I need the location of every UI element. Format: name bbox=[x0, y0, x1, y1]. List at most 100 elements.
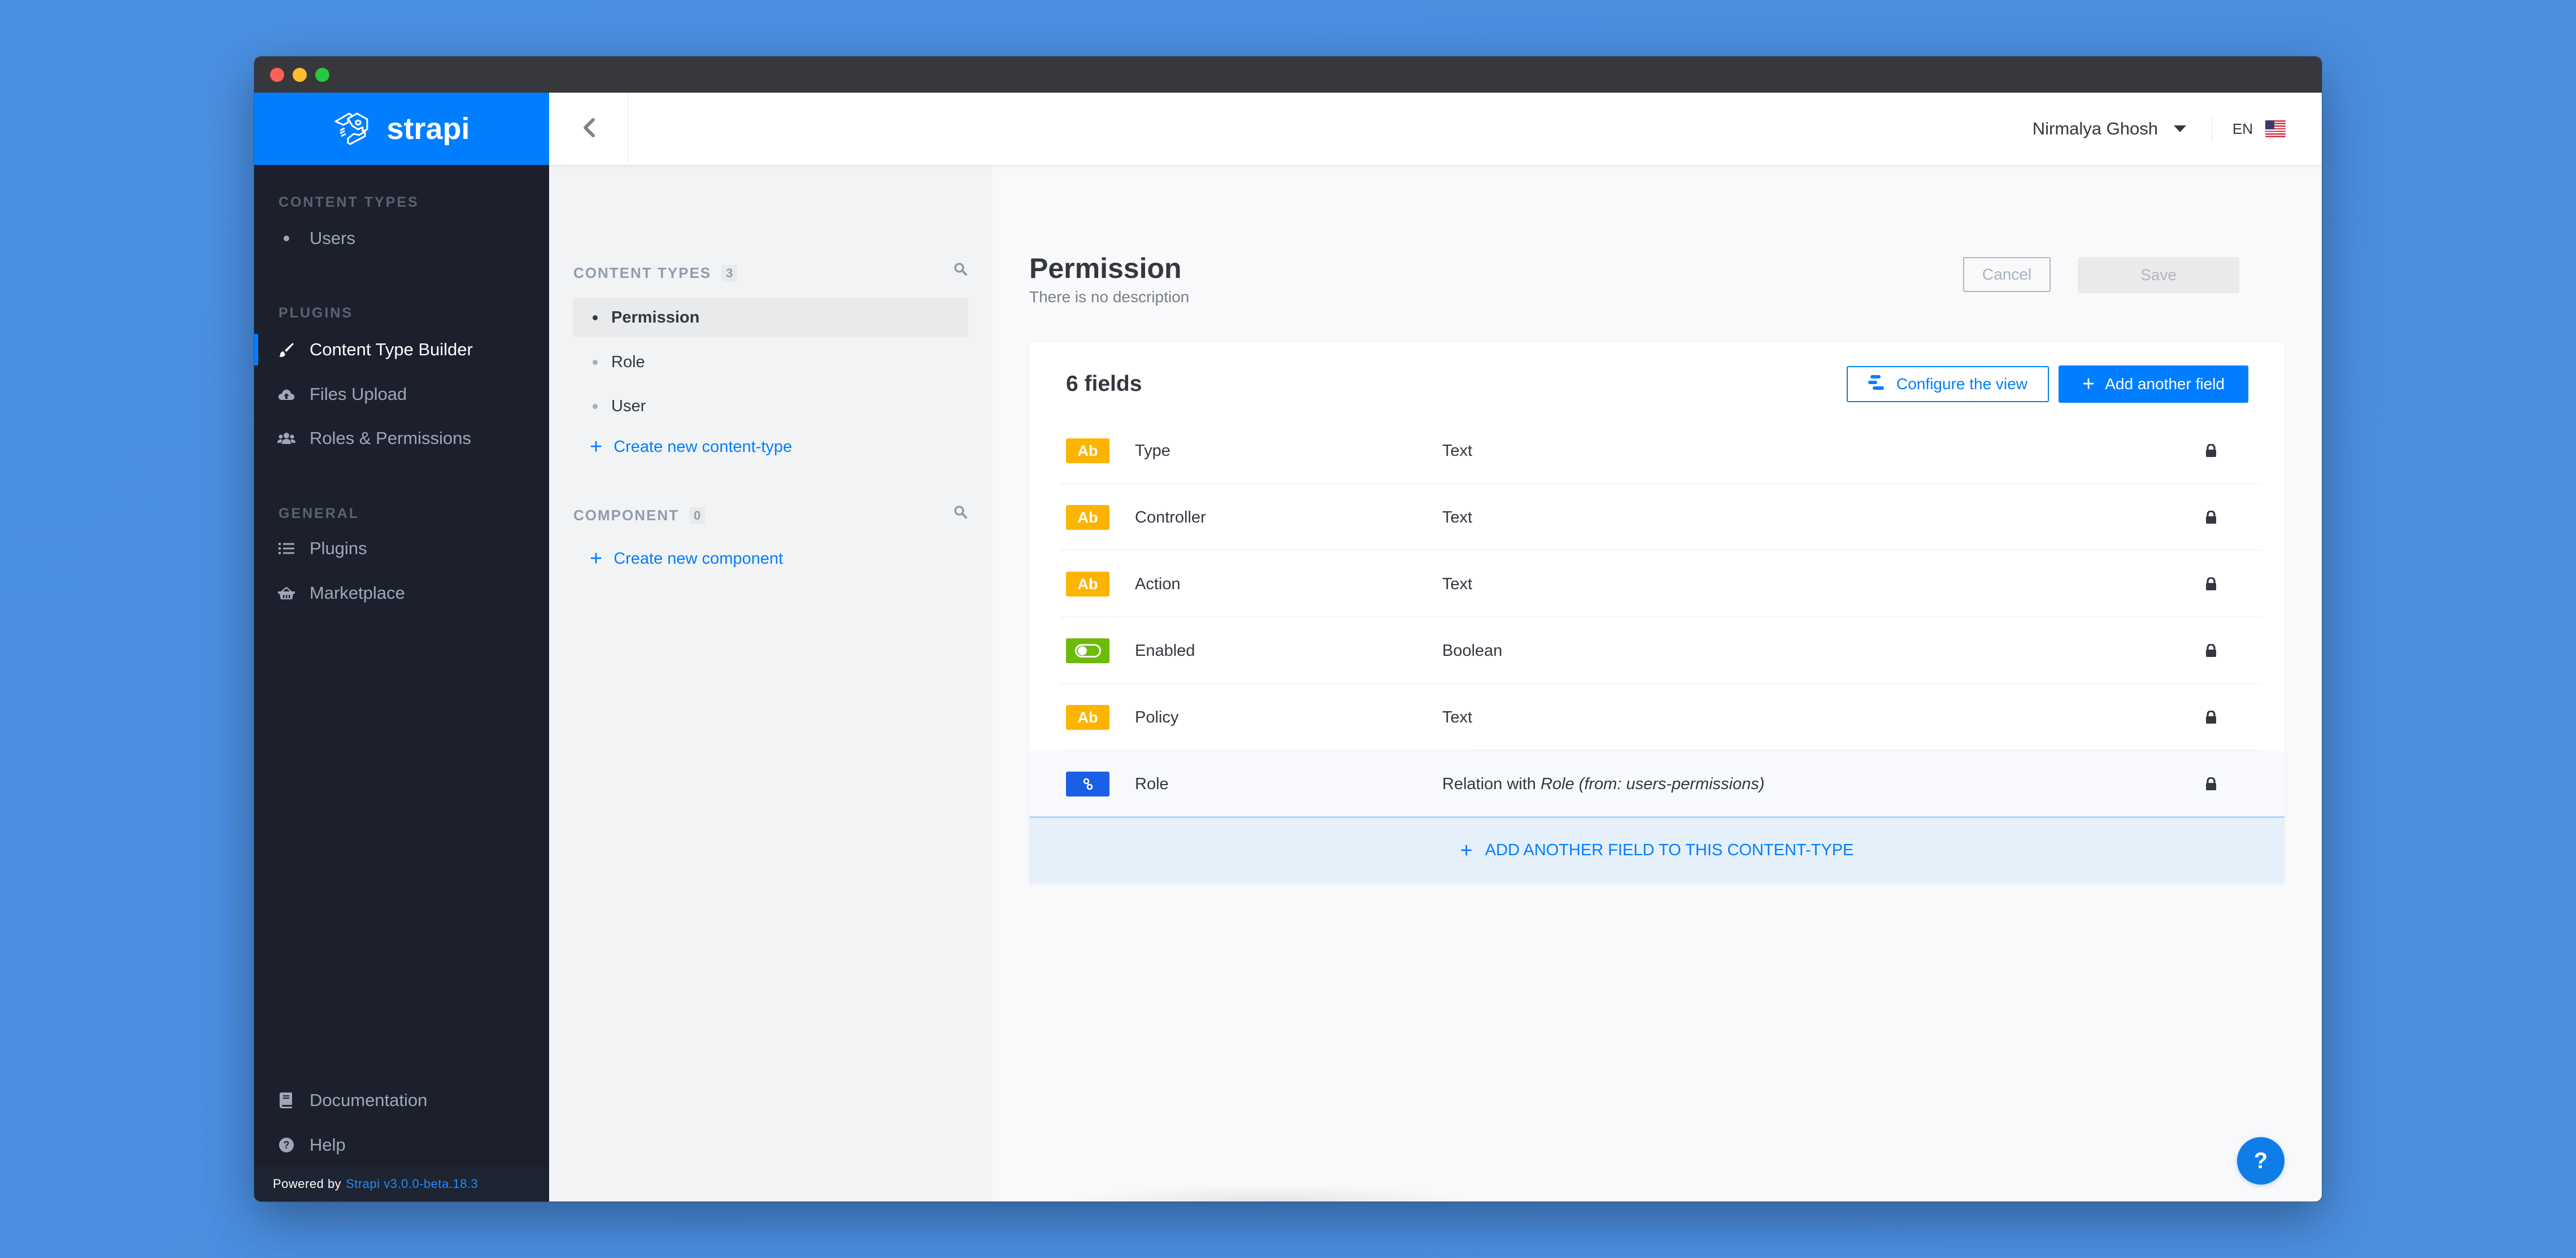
page-description: There is no description bbox=[1029, 288, 1190, 306]
paint-brush-icon bbox=[277, 340, 296, 359]
save-button[interactable]: Save bbox=[2078, 257, 2239, 293]
text-field-icon: Ab bbox=[1066, 572, 1109, 597]
fields-count: 6 fields bbox=[1066, 372, 1142, 396]
users-icon bbox=[277, 429, 296, 448]
powered-by-text: Powered by bbox=[273, 1177, 342, 1191]
relation-prefix: Relation with bbox=[1442, 774, 1541, 793]
sidebar-item-content-type-builder[interactable]: Content Type Builder bbox=[254, 330, 549, 369]
sidebar-item-roles-permissions[interactable]: Roles & Permissions bbox=[254, 419, 549, 458]
content-type-label: Permission bbox=[611, 308, 700, 327]
field-row-role[interactable]: Role Relation with Role (from: users-per… bbox=[1029, 751, 2285, 817]
field-row-enabled[interactable]: Enabled Boolean bbox=[1029, 617, 2285, 684]
sidebar-item-users[interactable]: Users bbox=[254, 219, 549, 258]
create-component-label: Create new component bbox=[613, 549, 784, 568]
user-name: Nirmalya Ghosh bbox=[2032, 119, 2158, 138]
boolean-toggle-icon bbox=[1066, 638, 1109, 663]
us-flag-icon bbox=[2265, 120, 2286, 137]
field-name: Action bbox=[1135, 574, 1181, 593]
add-another-field-button[interactable]: + Add another field bbox=[2059, 365, 2248, 403]
content-types-panel: Content Types 3 Permission Role User + C… bbox=[549, 165, 993, 1202]
sidebar-item-plugins[interactable]: Plugins bbox=[254, 529, 549, 568]
sidebar-item-label: Documentation bbox=[310, 1090, 428, 1110]
page-title: Permission bbox=[1029, 253, 1182, 284]
configure-view-label: Configure the view bbox=[1896, 375, 2027, 393]
plus-icon: + bbox=[2082, 372, 2095, 396]
sidebar-item-label: Users bbox=[310, 228, 355, 248]
brand-logo[interactable]: strapi bbox=[254, 93, 549, 165]
field-name: Controller bbox=[1135, 508, 1206, 526]
bullet-icon bbox=[593, 315, 598, 320]
strapi-version-link[interactable]: Strapi v3.0.0-beta.18.3 bbox=[346, 1177, 478, 1191]
lock-icon bbox=[2205, 443, 2217, 458]
sidebar-item-documentation[interactable]: Documentation bbox=[254, 1081, 549, 1120]
caret-down-icon bbox=[2174, 125, 2186, 132]
close-window-button[interactable] bbox=[270, 68, 284, 82]
sidebar-section-content-types: Content Types bbox=[279, 194, 419, 210]
field-row-policy[interactable]: Ab Policy Text bbox=[1029, 684, 2285, 751]
bullet-icon bbox=[593, 359, 598, 365]
field-name: Role bbox=[1135, 774, 1169, 793]
language-selector[interactable]: EN bbox=[2233, 93, 2286, 165]
field-name: Policy bbox=[1135, 708, 1179, 726]
search-content-types-icon[interactable] bbox=[954, 262, 967, 278]
language-code: EN bbox=[2232, 120, 2253, 137]
content-type-label: User bbox=[611, 397, 646, 415]
sidebar-section-general: General bbox=[279, 506, 360, 521]
sidebar-item-files-upload[interactable]: Files Upload bbox=[254, 375, 549, 414]
brand-name: strapi bbox=[386, 112, 470, 146]
configure-view-button[interactable]: Configure the view bbox=[1847, 366, 2049, 402]
field-type: Text bbox=[1442, 574, 1473, 593]
field-row-type[interactable]: Ab Type Text bbox=[1029, 417, 2285, 484]
lock-icon bbox=[2205, 510, 2217, 524]
user-menu-dropdown[interactable]: Nirmalya Ghosh bbox=[2033, 93, 2186, 165]
sidebar-item-help[interactable]: ? Help bbox=[254, 1125, 549, 1165]
field-type: Boolean bbox=[1442, 641, 1503, 660]
back-button[interactable] bbox=[549, 93, 629, 165]
lock-icon bbox=[2205, 643, 2217, 658]
maximize-window-button[interactable] bbox=[315, 68, 329, 82]
sidebar-item-marketplace[interactable]: Marketplace bbox=[254, 573, 549, 613]
field-type: Text bbox=[1442, 708, 1473, 726]
layout-icon bbox=[1868, 375, 1885, 394]
plus-icon: + bbox=[590, 547, 603, 571]
help-button[interactable]: ? bbox=[2237, 1137, 2285, 1185]
components-section-header: Component 0 bbox=[573, 507, 706, 524]
svg-text:?: ? bbox=[284, 1139, 290, 1151]
question-circle-icon: ? bbox=[277, 1135, 296, 1155]
sidebar-item-label: Plugins bbox=[310, 538, 367, 558]
header-divider bbox=[2212, 117, 2213, 142]
components-count: 0 bbox=[689, 507, 706, 524]
shopping-basket-icon bbox=[277, 584, 296, 603]
field-type: Text bbox=[1442, 508, 1473, 526]
minimize-window-button[interactable] bbox=[293, 68, 307, 82]
content-type-item-role[interactable]: Role bbox=[573, 342, 968, 382]
list-icon bbox=[277, 539, 296, 558]
lock-icon bbox=[2205, 710, 2217, 724]
fields-list: Ab Type Text Ab Controller Text Ab Actio… bbox=[1029, 417, 2285, 817]
field-type: Text bbox=[1442, 441, 1473, 460]
content-type-label: Role bbox=[611, 352, 645, 371]
content-type-item-user[interactable]: User bbox=[573, 386, 968, 426]
content-types-count: 3 bbox=[721, 264, 738, 282]
app-window: strapi Content Types Users Plugins Conte… bbox=[254, 56, 2322, 1202]
field-row-controller[interactable]: Ab Controller Text bbox=[1029, 484, 2285, 551]
book-icon bbox=[277, 1091, 296, 1110]
top-header: Nirmalya Ghosh EN bbox=[549, 93, 2322, 165]
components-section-title: Component bbox=[573, 507, 679, 524]
create-content-type-link[interactable]: + Create new content-type bbox=[590, 436, 792, 458]
field-row-action[interactable]: Ab Action Text bbox=[1029, 551, 2285, 617]
field-name: Type bbox=[1135, 441, 1170, 460]
create-component-link[interactable]: + Create new component bbox=[590, 548, 783, 569]
text-field-icon: Ab bbox=[1066, 505, 1109, 530]
sidebar-item-label: Files Upload bbox=[310, 384, 407, 404]
cancel-button[interactable]: Cancel bbox=[1963, 257, 2051, 292]
bullet-icon bbox=[593, 403, 598, 409]
search-components-icon[interactable] bbox=[954, 505, 967, 521]
content-type-item-permission[interactable]: Permission bbox=[573, 298, 968, 337]
field-name: Enabled bbox=[1135, 641, 1195, 660]
floating-panel-shadow bbox=[1066, 1185, 1473, 1202]
add-field-to-content-type-button[interactable]: + ADD ANOTHER FIELD TO THIS CONTENT-TYPE bbox=[1029, 816, 2285, 883]
field-type: Relation with Role (from: users-permissi… bbox=[1442, 775, 1765, 794]
sidebar-footer: Powered by Strapi v3.0.0-beta.18.3 bbox=[254, 1166, 549, 1202]
lock-icon bbox=[2205, 777, 2217, 791]
